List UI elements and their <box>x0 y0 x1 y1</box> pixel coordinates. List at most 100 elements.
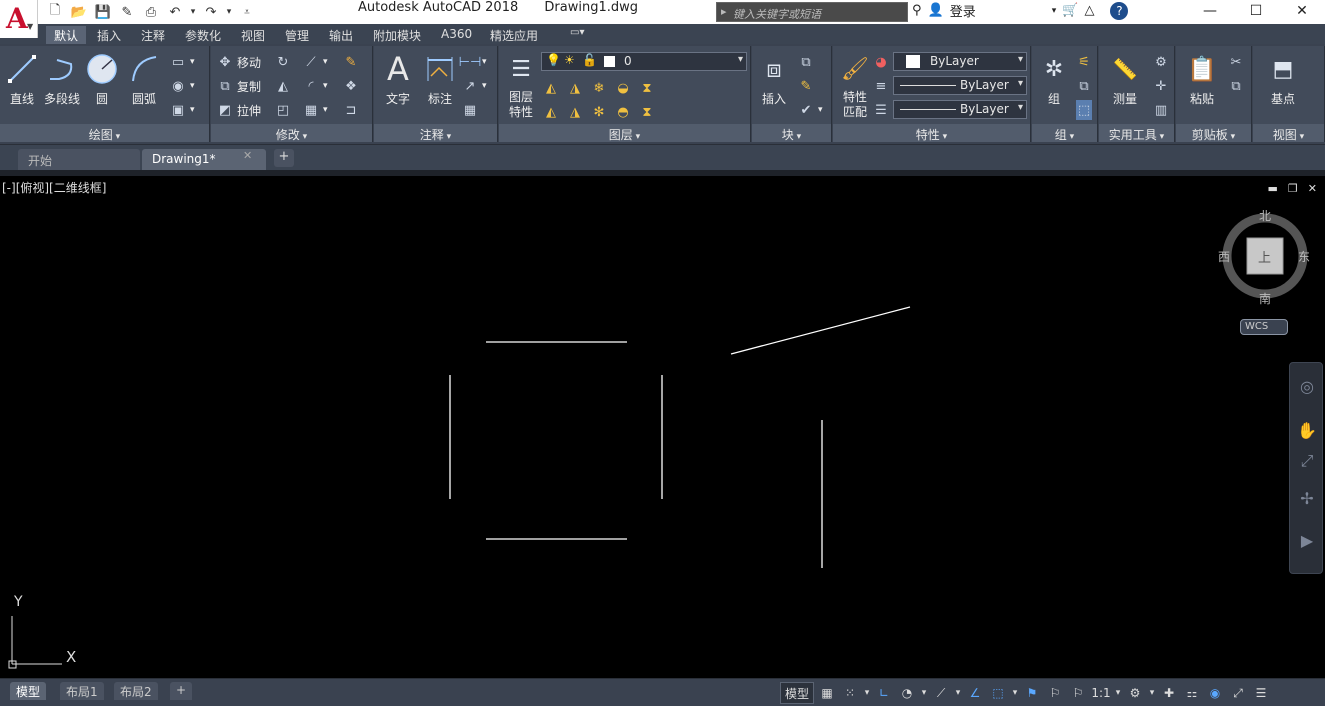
close-tab-icon[interactable]: ✕ <box>243 149 252 162</box>
tab-output[interactable]: 输出 <box>321 26 361 44</box>
redo-icon[interactable]: ↷ <box>200 2 222 22</box>
orbit-icon[interactable]: ✢ <box>1297 489 1317 509</box>
paste-button[interactable]: 📋 粘贴 <box>1180 52 1224 107</box>
block-panel-title[interactable]: 块 <box>752 124 831 142</box>
layer-isolate-icon[interactable]: ◮ <box>567 80 583 96</box>
layer-match-icon[interactable]: ⧗ <box>639 80 655 96</box>
erase-button[interactable]: ✎ <box>343 52 359 72</box>
polyline-button[interactable]: 多段线 <box>40 52 84 107</box>
workspace-gear-icon[interactable]: ⚙ <box>1125 682 1145 704</box>
snap-icon[interactable]: ⁙ <box>840 682 860 704</box>
leader-button[interactable]: ↗ ▾ <box>462 76 487 96</box>
open-file-icon[interactable]: 📂 <box>68 2 90 22</box>
pan-hand-icon[interactable]: ✋ <box>1297 421 1317 441</box>
layout-tab-model[interactable]: 模型 <box>10 682 47 700</box>
login-link[interactable]: 登录 <box>950 1 976 20</box>
layer-thaw-icon[interactable]: ✻ <box>591 104 607 120</box>
redo-dropdown-icon[interactable]: ▾ <box>224 2 234 22</box>
fillet-button[interactable]: ◜ ▾ <box>303 76 327 96</box>
layer-walk-icon[interactable]: ⧗ <box>639 104 655 120</box>
properties-panel-title[interactable]: 特性 <box>833 124 1030 142</box>
new-tab-button[interactable]: + <box>274 149 294 167</box>
object-snap-icon[interactable]: ⬚ <box>988 682 1008 704</box>
polar-dropdown-icon[interactable]: ▾ <box>920 682 928 704</box>
close-icon[interactable]: ✕ <box>1279 0 1325 22</box>
user-icon[interactable]: 👤 <box>928 3 944 18</box>
print-icon[interactable]: ⎙ <box>140 2 162 22</box>
table-button[interactable]: ▦ <box>462 100 478 120</box>
add-layout-icon[interactable]: + <box>170 682 193 700</box>
wcs-menu[interactable]: WCS <box>1240 319 1288 335</box>
tab-manage[interactable]: 管理 <box>277 26 317 44</box>
layer-freeze-icon[interactable]: ❄ <box>591 80 607 96</box>
customize-status-icon[interactable]: ☰ <box>1251 682 1271 704</box>
isodraft-dropdown-icon[interactable]: ▾ <box>954 682 962 704</box>
tab-start[interactable]: 开始 <box>18 149 140 171</box>
layout-tab-layout1[interactable]: 布局1 <box>60 682 104 700</box>
point-button[interactable]: ✛ <box>1153 76 1169 96</box>
dimension-button[interactable]: 标注 <box>418 52 462 107</box>
viewcube-top-face[interactable]: 上 <box>1258 247 1271 266</box>
group-button[interactable]: ✲ 组 <box>1032 52 1076 107</box>
hardware-acceleration-icon[interactable]: ◉ <box>1205 682 1225 704</box>
hatch-button[interactable]: ◉ ▾ <box>170 76 194 96</box>
color-wheel-button[interactable]: ◕ <box>873 52 889 72</box>
steering-wheel-icon[interactable]: ◎ <box>1297 377 1317 397</box>
object-snap-tracking-icon[interactable]: ∠ <box>965 682 985 704</box>
array-button[interactable]: ▦ ▾ <box>303 100 328 120</box>
rotate-button[interactable]: ↻ <box>275 52 291 72</box>
ribbon-toggle-icon[interactable]: ▭▾ <box>562 26 592 44</box>
clean-screen-icon[interactable]: ⤢ <box>1228 682 1248 704</box>
view-panel-title[interactable]: 视图 <box>1253 124 1324 142</box>
insert-block-button[interactable]: ⧈ 插入 <box>752 52 796 107</box>
maximize-icon[interactable]: ☐ <box>1233 0 1279 22</box>
annotation-scale-icon[interactable]: ⚐ <box>1068 682 1088 704</box>
login-dropdown-icon[interactable]: ▾ <box>1052 6 1057 16</box>
layer-dropdown[interactable]: 💡 ☀ 🔓 0 <box>541 52 747 71</box>
offset-button[interactable]: ⊐ <box>343 100 359 120</box>
group-select-button[interactable]: ⬚ <box>1076 100 1092 120</box>
save-as-icon[interactable]: ✎ <box>116 2 138 22</box>
application-menu-button[interactable]: A ▼ <box>0 0 38 38</box>
undo-dropdown-icon[interactable]: ▾ <box>188 2 198 22</box>
stretch-button[interactable]: ◩ 拉伸 <box>217 100 261 120</box>
circle-button[interactable]: 圆 <box>80 52 124 107</box>
copy-button[interactable]: ⧉ 复制 <box>217 76 261 96</box>
utilities-panel-title[interactable]: 实用工具 <box>1099 124 1174 142</box>
tab-view[interactable]: 视图 <box>233 26 273 44</box>
copy-clip-button[interactable]: ⧉ <box>1228 76 1244 96</box>
edit-attributes-button[interactable]: ✔ ▾ <box>798 100 823 120</box>
tab-parametric[interactable]: 参数化 <box>177 26 229 44</box>
scale-button[interactable]: ◰ <box>275 100 291 120</box>
customize-qat-icon[interactable]: ⩡ <box>236 2 258 22</box>
isodraft-icon[interactable]: ⟋ <box>931 682 951 704</box>
annotation-scale-value[interactable]: 1:1 <box>1091 682 1111 704</box>
calculator-button[interactable]: ▥ <box>1153 100 1169 120</box>
tab-annotate[interactable]: 注释 <box>133 26 173 44</box>
save-icon[interactable]: 💾 <box>92 2 114 22</box>
tab-featured-apps[interactable]: 精选应用 <box>482 26 546 44</box>
measure-button[interactable]: 📏 测量 <box>1103 52 1147 107</box>
polar-tracking-icon[interactable]: ◔ <box>897 682 917 704</box>
text-button[interactable]: A 文字 <box>376 50 420 107</box>
linear-dim-button[interactable]: ⊢⊣ ▾ <box>459 52 487 72</box>
showmotion-icon[interactable]: ▶ <box>1297 531 1317 551</box>
arc-button[interactable]: 圆弧 <box>122 52 166 107</box>
undo-icon[interactable]: ↶ <box>164 2 186 22</box>
workspace-dropdown-icon[interactable]: ▾ <box>1148 682 1156 704</box>
viewcube[interactable]: 北 南 东 西 上 <box>1212 208 1318 318</box>
model-space-toggle[interactable]: 模型 <box>780 682 815 704</box>
a360-icon[interactable]: △ <box>1084 3 1094 18</box>
annotation-panel-title[interactable]: 注释 <box>374 124 497 142</box>
linetype-dropdown[interactable]: ByLayer <box>893 76 1027 95</box>
layer-unisolate-icon[interactable]: ◮ <box>567 104 583 120</box>
drawn-line[interactable] <box>730 306 911 355</box>
lineweight-dropdown[interactable]: ByLayer <box>893 100 1027 119</box>
group-edit-button[interactable]: ⧉ <box>1076 76 1092 96</box>
mirror-button[interactable]: ◭ <box>275 76 291 96</box>
compass-south[interactable]: 南 <box>1259 290 1271 307</box>
compass-north[interactable]: 北 <box>1259 207 1271 224</box>
new-file-icon[interactable]: 🗋 <box>44 2 66 22</box>
minimize-icon[interactable]: — <box>1187 0 1233 22</box>
ungroup-button[interactable]: ⚟ <box>1076 52 1092 72</box>
